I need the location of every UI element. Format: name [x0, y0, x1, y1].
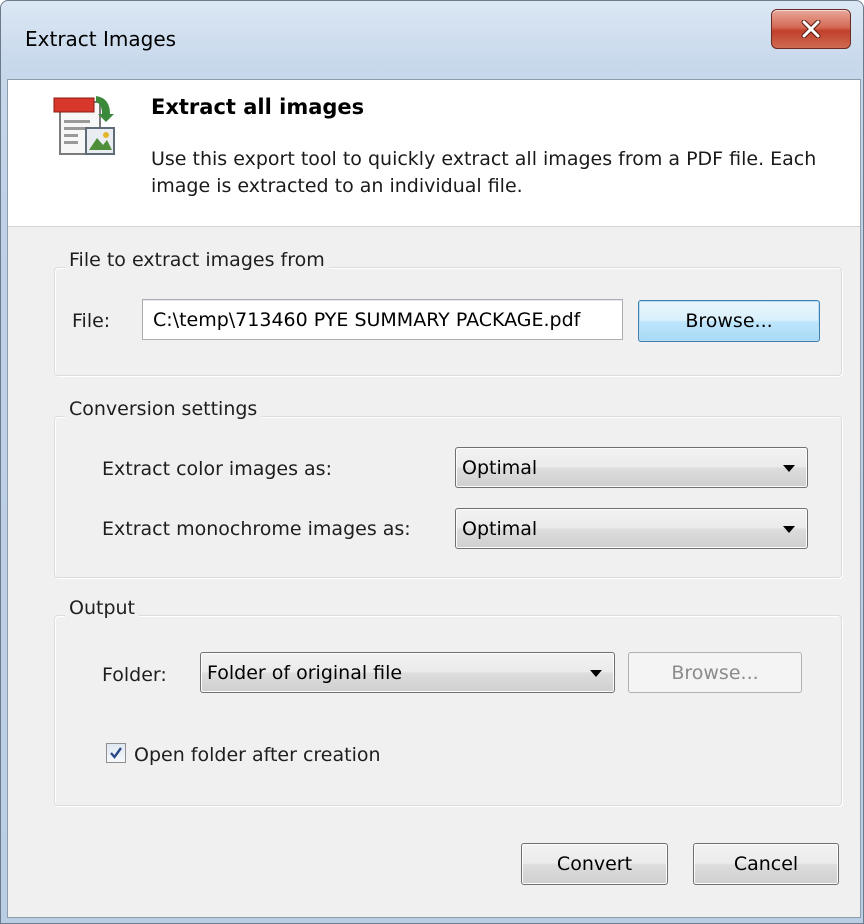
convert-button[interactable]: Convert [521, 843, 668, 885]
close-button[interactable] [771, 9, 851, 49]
window-title: Extract Images [25, 27, 177, 51]
folder-browse-button[interactable]: Browse... [628, 652, 802, 693]
conversion-settings-group: Conversion settings [54, 398, 842, 578]
folder-select[interactable]: Folder of original file [200, 652, 615, 693]
file-group-label: File to extract images from [65, 249, 329, 271]
extract-images-dialog: Extract Images Extract all images Use th… [0, 0, 864, 924]
cancel-button[interactable]: Cancel [693, 843, 839, 885]
color-images-value: Optimal [462, 456, 538, 479]
file-browse-button[interactable]: Browse... [638, 300, 820, 342]
folder-value: Folder of original file [207, 661, 403, 684]
monochrome-images-label: Extract monochrome images as: [102, 518, 411, 540]
extract-images-icon [52, 92, 122, 162]
file-label: File: [72, 310, 111, 332]
color-images-label: Extract color images as: [102, 458, 332, 480]
close-icon [801, 20, 821, 38]
folder-label: Folder: [102, 664, 167, 686]
dialog-client-area: Extract all images Use this export tool … [7, 79, 861, 918]
header-description: Use this export tool to quickly extract … [151, 148, 817, 197]
monochrome-images-select[interactable]: Optimal [455, 508, 808, 549]
monochrome-images-value: Optimal [462, 517, 538, 540]
color-images-select[interactable]: Optimal [455, 447, 808, 488]
conversion-group-label: Conversion settings [65, 398, 262, 420]
header-panel: Extract all images Use this export tool … [8, 80, 860, 227]
open-folder-checkbox[interactable] [106, 743, 126, 763]
title-bar[interactable]: Extract Images [1, 1, 863, 79]
file-path-input[interactable]: C:\temp\713460 PYE SUMMARY PACKAGE.pdf [142, 299, 623, 340]
chevron-down-icon [783, 464, 795, 472]
output-group-label: Output [65, 597, 139, 619]
open-folder-label[interactable]: Open folder after creation [134, 744, 381, 766]
header-title: Extract all images [151, 95, 365, 119]
chevron-down-icon [783, 525, 795, 533]
checkmark-icon [110, 747, 122, 759]
output-group: Output [54, 597, 842, 806]
chevron-down-icon [590, 669, 602, 677]
